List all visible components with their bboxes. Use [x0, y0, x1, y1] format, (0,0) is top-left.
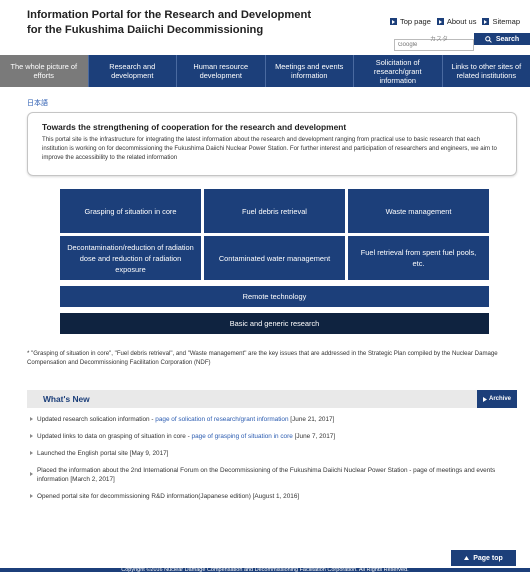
bullet-icon	[30, 434, 33, 438]
whats-new-title: What's New	[43, 394, 90, 404]
tile-grasping-core[interactable]: Grasping of situation in core	[60, 189, 201, 233]
intro-box: Towards the strengthening of cooperation…	[27, 112, 517, 176]
nav-human-resource[interactable]: Human resource development	[177, 55, 266, 87]
tile-decontamination[interactable]: Decontamination/reduction of radiation d…	[60, 236, 201, 280]
search-button[interactable]: Search	[474, 33, 530, 45]
news-link[interactable]: page of grasping of situation in core	[192, 433, 293, 440]
intro-heading: Towards the strengthening of cooperation…	[42, 122, 347, 132]
search-input-hint: カスタ	[430, 37, 449, 43]
site-title-line2: for the Fukushima Daiichi Decommissionin…	[27, 24, 264, 36]
main-nav: The whole picture of efforts Research an…	[0, 55, 530, 87]
play-icon	[482, 396, 487, 402]
page-top-button[interactable]: Page top	[451, 550, 516, 566]
up-arrow-icon	[464, 556, 470, 560]
key-issues-note: * "Grasping of situation in core", "Fuel…	[27, 350, 498, 366]
news-item: Opened portal site for decommissioning R…	[30, 492, 515, 501]
search-bar: カスタ Search	[394, 33, 530, 51]
footer: Copyright ©2016 Nuclear Damage Compensat…	[0, 568, 530, 572]
utility-links: Top page About us Sitemap	[390, 17, 520, 26]
tile-basic-research[interactable]: Basic and generic research	[60, 313, 489, 334]
bullet-icon	[30, 494, 33, 498]
whats-new-header: What's New Archive	[27, 390, 517, 408]
site-title[interactable]: Information Portal for the Research and …	[27, 8, 327, 38]
nav-research[interactable]: Research and development	[89, 55, 177, 87]
archive-button[interactable]: Archive	[477, 390, 517, 408]
site-header: Information Portal for the Research and …	[0, 0, 530, 52]
tile-contaminated-water[interactable]: Contaminated water management	[204, 236, 345, 280]
copyright-text: Copyright ©2016 Nuclear Damage Compensat…	[121, 568, 409, 572]
arrow-icon	[436, 18, 444, 25]
tile-remote-technology[interactable]: Remote technology	[60, 286, 489, 307]
tile-waste-management[interactable]: Waste management	[348, 189, 489, 233]
arrow-icon	[390, 18, 397, 25]
sitemap-link[interactable]: Sitemap	[482, 17, 520, 26]
news-item: Launched the English portal site [May 9,…	[30, 449, 515, 458]
nav-links[interactable]: Links to other sites of related institut…	[443, 55, 530, 87]
bullet-icon	[30, 417, 33, 421]
intro-text: This portal site is the infrastructure f…	[42, 136, 497, 161]
nav-whole-picture[interactable]: The whole picture of efforts	[0, 55, 89, 87]
top-page-link[interactable]: Top page	[390, 17, 431, 26]
tile-spent-fuel[interactable]: Fuel retrieval from spent fuel pools, et…	[348, 236, 489, 280]
about-us-link[interactable]: About us	[436, 17, 476, 26]
nav-meetings[interactable]: Meetings and events information	[266, 55, 354, 87]
bullet-icon	[30, 472, 33, 476]
nav-solicitation[interactable]: Solicitation of research/grant informati…	[354, 55, 443, 87]
search-icon	[484, 35, 492, 43]
bullet-icon	[30, 451, 33, 455]
news-item: Updated links to data on grasping of sit…	[30, 432, 515, 441]
japanese-language-link[interactable]: 日本語	[27, 98, 48, 108]
news-list: Updated research solication information …	[30, 415, 515, 501]
tile-fuel-debris[interactable]: Fuel debris retrieval	[204, 189, 345, 233]
news-link[interactable]: page of solication of research/grant inf…	[155, 416, 288, 423]
site-title-line1: Information Portal for the Research and …	[27, 9, 312, 21]
arrow-icon	[482, 18, 490, 25]
news-item: Placed the information about the 2nd Int…	[30, 466, 515, 484]
news-item: Updated research solication information …	[30, 415, 515, 424]
